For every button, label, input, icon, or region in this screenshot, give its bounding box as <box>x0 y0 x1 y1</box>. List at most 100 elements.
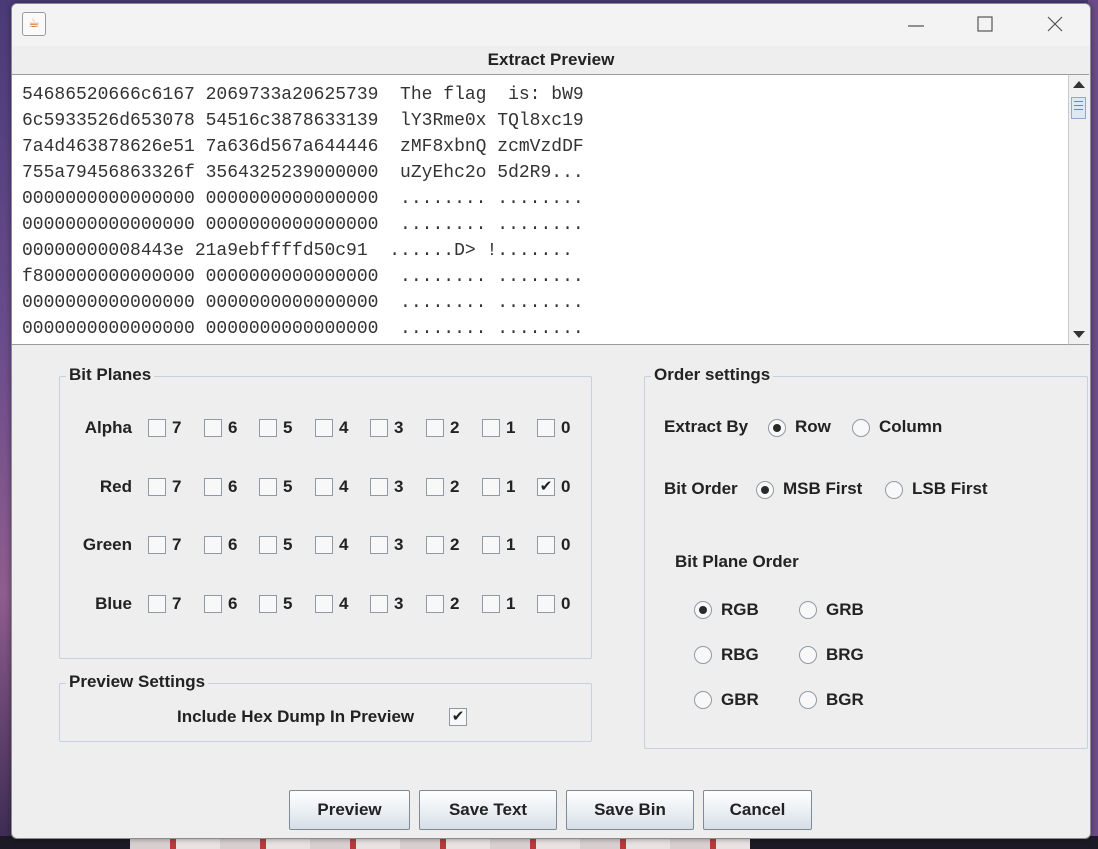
checkbox-alpha-bit-7[interactable] <box>148 419 166 437</box>
checkbox-red-bit-5[interactable] <box>259 478 277 496</box>
checkbox-red-bit-3[interactable] <box>370 478 388 496</box>
extract-by-label: Extract By <box>664 417 749 436</box>
bit-label: 7 <box>172 594 182 613</box>
checkbox-blue-bit-0[interactable] <box>537 595 555 613</box>
extract-preview-text[interactable]: 54686520666c6167 2069733a20625739 The fl… <box>12 74 1068 345</box>
plane-order-bgr-label: BGR <box>826 690 864 709</box>
preview-line: 0000000000000000 0000000000000000 ......… <box>22 189 584 209</box>
checkbox-alpha-bit-1[interactable] <box>482 419 500 437</box>
save-text-button[interactable]: Save Text <box>419 790 557 830</box>
checkbox-red-bit-1[interactable] <box>482 478 500 496</box>
checkbox-blue-bit-3[interactable] <box>370 595 388 613</box>
plane-order-rgb-label: RGB <box>721 600 759 619</box>
preview-line: 6c5933526d653078 54516c3878633139 lY3Rme… <box>22 111 584 131</box>
checkbox-green-bit-0[interactable] <box>537 536 555 554</box>
preview-line: 0000000000000000 0000000000000000 ......… <box>22 215 584 235</box>
plane-order-rbg-label: RBG <box>721 645 759 664</box>
preview-line: 7a4d463878626e51 7a636d567a644446 zMF8xb… <box>22 137 584 157</box>
arrow-down-icon <box>1073 331 1085 338</box>
bit-label: 1 <box>506 594 516 613</box>
checkbox-green-bit-1[interactable] <box>482 536 500 554</box>
checkbox-red-bit-4[interactable] <box>315 478 333 496</box>
checkbox-alpha-bit-0[interactable] <box>537 419 555 437</box>
bit-label: 6 <box>228 594 238 613</box>
checkbox-green-bit-5[interactable] <box>259 536 277 554</box>
close-button[interactable] <box>1035 10 1075 40</box>
save-bin-button[interactable]: Save Bin <box>566 790 694 830</box>
checkbox-blue-bit-7[interactable] <box>148 595 166 613</box>
title-bar[interactable]: ☕ <box>12 4 1090 46</box>
bit-label: 7 <box>172 477 182 496</box>
bit-label: 2 <box>450 535 460 554</box>
bit-label: 2 <box>450 594 460 613</box>
order-settings-title: Order settings <box>651 365 774 385</box>
maximize-icon <box>977 16 993 32</box>
checkbox-blue-bit-2[interactable] <box>426 595 444 613</box>
checkbox-red-bit-6[interactable] <box>204 478 222 496</box>
preview-line: 755a79456863326f 3564325239000000 uZyEhc… <box>22 163 584 183</box>
scroll-down-button[interactable] <box>1069 324 1089 344</box>
checkbox-red-bit-0[interactable]: ✔ <box>537 478 555 496</box>
checkbox-green-bit-2[interactable] <box>426 536 444 554</box>
checkbox-green-bit-6[interactable] <box>204 536 222 554</box>
bit-label: 0 <box>561 418 571 437</box>
bit-label: 6 <box>228 477 238 496</box>
maximize-button[interactable] <box>965 10 1005 40</box>
checkbox-blue-bit-5[interactable] <box>259 595 277 613</box>
plane-order-rgb-radio[interactable] <box>694 601 712 619</box>
channel-label-blue: Blue <box>95 594 132 613</box>
scroll-thumb[interactable] <box>1071 97 1086 119</box>
preview-line: 54686520666c6167 2069733a20625739 The fl… <box>22 85 584 105</box>
preview-line: f800000000000000 0000000000000000 ......… <box>22 267 584 287</box>
checkbox-blue-bit-1[interactable] <box>482 595 500 613</box>
preview-settings-title: Preview Settings <box>66 672 209 692</box>
preview-line: 0000000000000000 0000000000000000 ......… <box>22 319 584 339</box>
bit-planes-title: Bit Planes <box>66 365 155 385</box>
channel-label-alpha: Alpha <box>84 418 132 437</box>
preview-settings-group: Preview Settings Include Hex Dump In Pre… <box>59 672 592 742</box>
checkbox-blue-bit-6[interactable] <box>204 595 222 613</box>
checkbox-green-bit-3[interactable] <box>370 536 388 554</box>
checkbox-alpha-bit-2[interactable] <box>426 419 444 437</box>
bit-label: 3 <box>394 535 404 554</box>
bit-planes-group: Bit Planes Alpha 7 6 5 4 3 2 1 0 Red 7 6 5 4 3 2 1 ✔ 0 Gree… <box>59 365 592 659</box>
checkbox-alpha-bit-4[interactable] <box>315 419 333 437</box>
bit-label: 1 <box>506 477 516 496</box>
checkbox-alpha-bit-5[interactable] <box>259 419 277 437</box>
hex-dump-checkbox[interactable]: ✔ <box>449 708 467 726</box>
plane-order-brg-radio[interactable] <box>799 646 817 664</box>
bit-label: 3 <box>394 418 404 437</box>
extract-preview-window: ☕ Extract Preview 54686520666c6167 20697… <box>11 3 1091 839</box>
checkbox-red-bit-2[interactable] <box>426 478 444 496</box>
extract-by-column-radio[interactable] <box>852 419 870 437</box>
bit-label: 6 <box>228 418 238 437</box>
checkbox-green-bit-4[interactable] <box>315 536 333 554</box>
channel-label-red: Red <box>99 477 132 496</box>
bit-label: 1 <box>506 418 516 437</box>
bit-order-lsb-radio[interactable] <box>885 481 903 499</box>
bit-label: 4 <box>339 594 349 613</box>
extract-by-row-radio[interactable] <box>768 419 786 437</box>
plane-order-grb-radio[interactable] <box>799 601 817 619</box>
scroll-up-button[interactable] <box>1069 75 1089 95</box>
cancel-button[interactable]: Cancel <box>703 790 812 830</box>
bit-order-label: Bit Order <box>664 479 738 498</box>
preview-button[interactable]: Preview <box>289 790 410 830</box>
checkbox-alpha-bit-6[interactable] <box>204 419 222 437</box>
plane-order-bgr-radio[interactable] <box>799 691 817 709</box>
bit-label: 7 <box>172 535 182 554</box>
checkbox-green-bit-7[interactable] <box>148 536 166 554</box>
plane-order-rbg-radio[interactable] <box>694 646 712 664</box>
minimize-button[interactable] <box>896 10 936 40</box>
preview-line: 00000000008443e 21a9ebffffd50c91 ......D… <box>22 241 573 261</box>
plane-order-gbr-radio[interactable] <box>694 691 712 709</box>
checkbox-blue-bit-4[interactable] <box>315 595 333 613</box>
extract-by-column-label: Column <box>879 417 943 436</box>
preview-scrollbar[interactable] <box>1068 74 1089 345</box>
checkbox-alpha-bit-3[interactable] <box>370 419 388 437</box>
bit-order-msb-radio[interactable] <box>756 481 774 499</box>
close-icon <box>1047 16 1063 32</box>
bit-label: 1 <box>506 535 516 554</box>
checkbox-red-bit-7[interactable] <box>148 478 166 496</box>
bit-order-msb-label: MSB First <box>783 479 863 498</box>
